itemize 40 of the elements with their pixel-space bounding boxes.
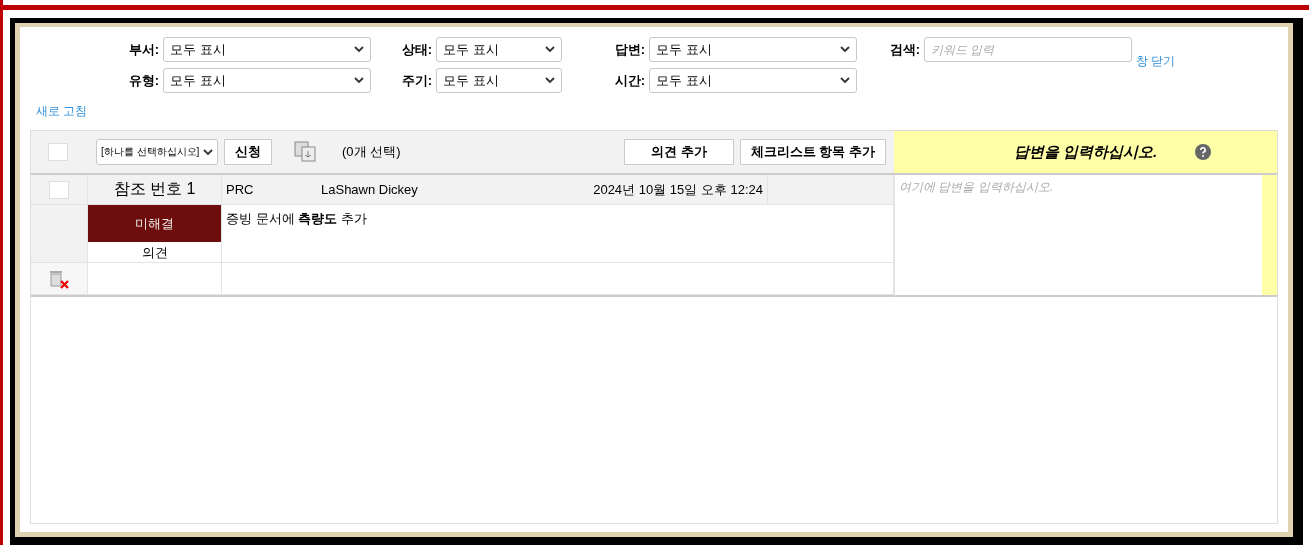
department: PRC xyxy=(226,182,255,197)
help-icon[interactable] xyxy=(1195,144,1211,160)
filter-label: 주기: xyxy=(400,71,433,90)
filter-select[interactable]: 모두 표시 xyxy=(163,68,371,93)
item-text: 증빙 문서에 측량도 추가 xyxy=(226,210,367,228)
close-window-link[interactable]: 창 닫기 xyxy=(1136,53,1176,70)
filter-label: 유형: xyxy=(127,71,160,90)
selection-count: (0개 선택) xyxy=(342,143,401,161)
apply-button[interactable]: 신청 xyxy=(224,139,272,165)
filter-select[interactable]: 모두 표시 xyxy=(436,68,562,93)
chevron-down-icon xyxy=(840,46,850,53)
answer-title: 답변을 입력하십시오. xyxy=(1013,142,1158,162)
chevron-down-icon xyxy=(840,77,850,84)
search-field[interactable]: 키워드 입력 xyxy=(924,37,1132,62)
filter-select[interactable]: 모두 표시 xyxy=(649,68,857,93)
select-all-checkbox[interactable] xyxy=(48,143,68,161)
action-select[interactable]: [하나를 선택하십시오] xyxy=(96,139,218,165)
refresh-link[interactable]: 새로 고침 xyxy=(36,104,88,118)
search-label: 검색: xyxy=(888,40,921,59)
copy-document-icon[interactable] xyxy=(294,141,318,163)
filter-select[interactable]: 모두 표시 xyxy=(649,37,857,62)
item-checkbox[interactable] xyxy=(49,180,69,199)
filter-select[interactable]: 모두 표시 xyxy=(163,37,371,62)
filter-select[interactable]: 모두 표시 xyxy=(436,37,562,62)
chevron-down-icon xyxy=(354,46,364,53)
filter-label: 상태: xyxy=(400,40,433,59)
add-button[interactable]: 체크리스트 항목 추가 xyxy=(739,139,886,165)
item-type: 의견 xyxy=(140,244,169,262)
add-button[interactable]: 의견 추가 xyxy=(623,139,734,165)
chevron-down-icon xyxy=(545,46,555,53)
filter-label: 시간: xyxy=(613,71,646,90)
chevron-down-icon xyxy=(354,77,364,84)
chevron-down-icon xyxy=(203,148,213,156)
filter-label: 답변: xyxy=(613,40,646,59)
status-label: 미해결 xyxy=(88,205,221,242)
date-time: 2024년 10월 15일 오후 12:24 xyxy=(593,175,768,204)
person-name: LaShawn Dickey xyxy=(321,182,418,197)
reference-number: 참조 번호 1 xyxy=(113,179,196,199)
chevron-down-icon xyxy=(545,77,555,84)
filter-label: 부서: xyxy=(127,40,160,59)
